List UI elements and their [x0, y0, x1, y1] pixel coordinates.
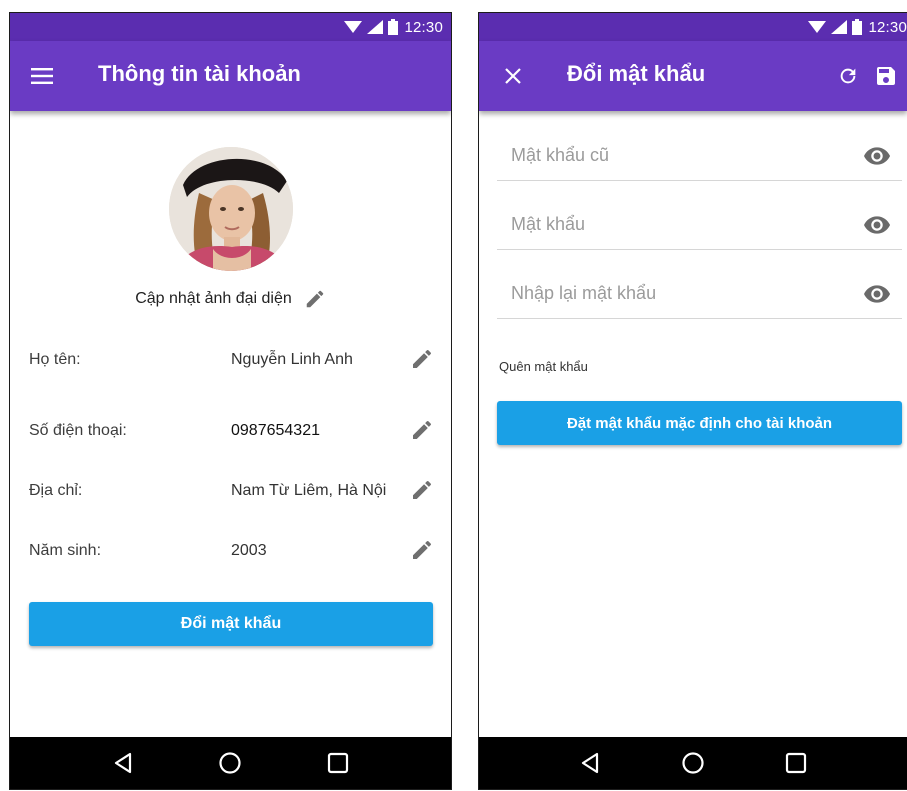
battery-icon: [852, 19, 863, 35]
battery-icon: [388, 19, 399, 35]
eye-icon[interactable]: [864, 285, 890, 303]
page-title: Đổi mật khẩu: [567, 61, 706, 86]
page-title: Thông tin tài khoản: [98, 61, 301, 86]
field-label: Họ tên:: [29, 351, 81, 368]
pencil-icon[interactable]: [304, 288, 326, 310]
system-nav-bar: [10, 737, 451, 789]
field-value: Nam Từ Liêm, Hà Nội: [231, 482, 387, 499]
pencil-icon[interactable]: [410, 347, 434, 371]
home-icon[interactable]: [681, 751, 705, 775]
update-avatar-label: Cập nhật ảnh đại diện: [135, 290, 292, 307]
save-icon[interactable]: [874, 64, 898, 88]
status-time: 12:30: [868, 18, 907, 36]
info-row-birth-year: Năm sinh: 2003: [29, 536, 434, 566]
recents-icon[interactable]: [327, 752, 349, 774]
status-icons: [344, 19, 399, 35]
status-bar: 12:30: [479, 13, 907, 41]
app-bar: Đổi mật khẩu: [479, 41, 907, 111]
recents-icon[interactable]: [785, 752, 807, 774]
field-label: Số điện thoại:: [29, 422, 127, 439]
update-avatar-row: Cập nhật ảnh đại diện: [10, 288, 451, 310]
system-nav-bar: [479, 737, 907, 789]
old-password-input[interactable]: [497, 145, 837, 166]
change-password-screen: 12:30 Đổi mật khẩu Quên mật khẩu Đặt mật…: [478, 12, 907, 790]
reset-default-password-button[interactable]: Đặt mật khẩu mặc định cho tài khoản: [497, 401, 902, 445]
refresh-icon[interactable]: [837, 65, 859, 87]
old-password-field[interactable]: [497, 131, 902, 181]
eye-icon[interactable]: [864, 147, 890, 165]
pencil-icon[interactable]: [410, 538, 434, 562]
confirm-password-field[interactable]: [497, 269, 902, 319]
field-value: 2003: [231, 542, 267, 559]
pencil-icon[interactable]: [410, 418, 434, 442]
forgot-password-link[interactable]: Quên mật khẩu: [499, 359, 588, 374]
info-row-phone: Số điện thoại: 0987654321: [29, 416, 434, 446]
status-bar: 12:30: [10, 13, 451, 41]
change-password-button[interactable]: Đổi mật khẩu: [29, 602, 433, 646]
menu-icon[interactable]: [30, 65, 54, 87]
info-row-address: Địa chỉ: Nam Từ Liêm, Hà Nội: [29, 476, 434, 506]
account-info-screen: 12:30 Thông tin tài khoản Cập nhật ảnh đ…: [9, 12, 452, 790]
back-icon[interactable]: [112, 752, 134, 774]
avatar[interactable]: [169, 147, 293, 271]
info-row-name: Họ tên: Nguyễn Linh Anh: [29, 345, 434, 375]
field-label: Địa chỉ:: [29, 482, 83, 499]
field-value: Nguyễn Linh Anh: [231, 351, 353, 368]
new-password-field[interactable]: [497, 200, 902, 250]
app-bar: Thông tin tài khoản: [10, 41, 451, 111]
eye-icon[interactable]: [864, 216, 890, 234]
close-icon[interactable]: [501, 65, 525, 87]
wifi-icon: [808, 21, 827, 33]
field-value: 0987654321: [231, 422, 320, 439]
back-icon[interactable]: [579, 752, 601, 774]
status-icons: [808, 19, 863, 35]
home-icon[interactable]: [218, 751, 242, 775]
pencil-icon[interactable]: [410, 478, 434, 502]
wifi-icon: [344, 21, 363, 33]
signal-icon: [831, 20, 848, 34]
new-password-input[interactable]: [497, 214, 837, 235]
confirm-password-input[interactable]: [497, 283, 837, 304]
status-time: 12:30: [404, 18, 443, 36]
field-label: Năm sinh:: [29, 542, 102, 559]
signal-icon: [367, 20, 384, 34]
